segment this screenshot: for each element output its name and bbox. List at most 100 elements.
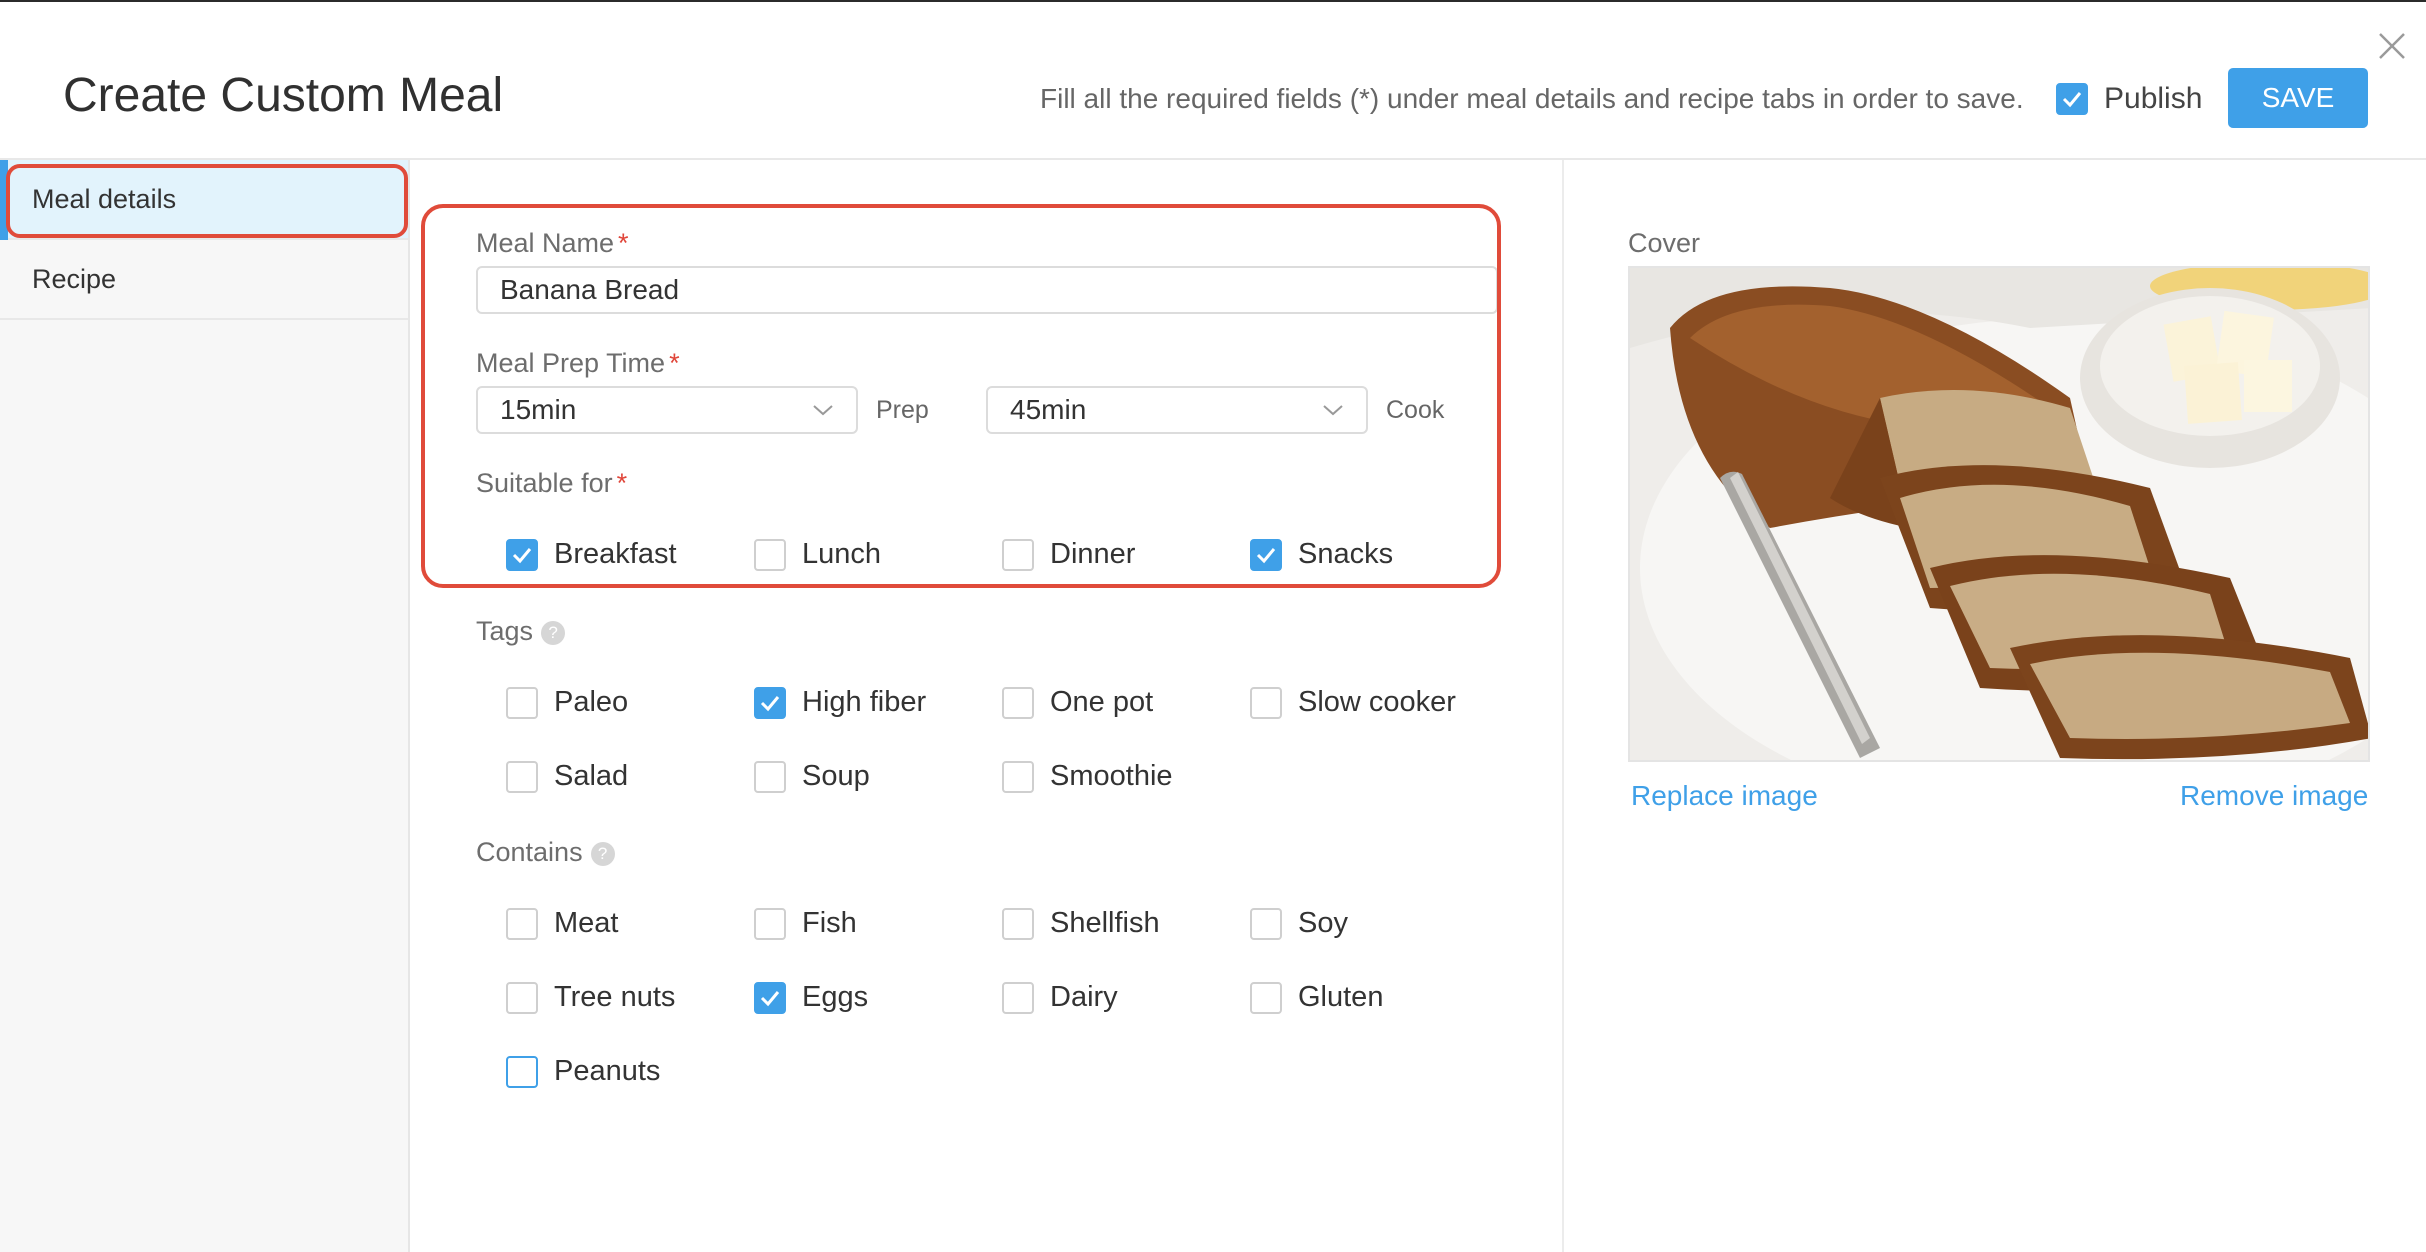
- checkbox-box[interactable]: [1002, 538, 1034, 571]
- meal-name-label: Meal Name *: [476, 228, 629, 259]
- checkbox-label: Dinner: [1050, 538, 1136, 570]
- remove-image-link[interactable]: Remove image: [2180, 780, 2368, 812]
- contains-checkbox-meat[interactable]: Meat: [506, 907, 618, 940]
- checkbox-label: Dairy: [1050, 981, 1118, 1013]
- checkbox-label: Tree nuts: [554, 981, 676, 1013]
- checkbox-box[interactable]: [1002, 907, 1034, 940]
- cook-time-value: 45min: [1010, 394, 1087, 425]
- checkbox-box[interactable]: [1250, 538, 1282, 571]
- tag-checkbox-one-pot[interactable]: One pot: [1002, 686, 1153, 719]
- checkbox-label: One pot: [1050, 686, 1154, 718]
- contains-checkbox-soy[interactable]: Soy: [1250, 907, 1348, 940]
- cook-unit-label: Cook: [1386, 396, 1445, 424]
- required-marker: *: [669, 348, 680, 378]
- required-fields-hint: Fill all the required fields (*) under m…: [1040, 83, 2024, 114]
- tag-checkbox-slow-cooker[interactable]: Slow cooker: [1250, 686, 1456, 719]
- suitable-for-checkbox-dinner[interactable]: Dinner: [1002, 538, 1135, 571]
- checkbox-label: Salad: [554, 760, 629, 792]
- suitable-for-checkbox-lunch[interactable]: Lunch: [754, 538, 881, 571]
- checkbox-box[interactable]: [506, 907, 538, 940]
- suitable-for-label: Suitable for *: [476, 468, 627, 499]
- publish-checkbox[interactable]: Publish: [2056, 82, 2202, 116]
- contains-checkbox-dairy[interactable]: Dairy: [1002, 981, 1118, 1014]
- contains-checkbox-shellfish[interactable]: Shellfish: [1002, 907, 1160, 940]
- contains-checkbox-peanuts[interactable]: Peanuts: [506, 1055, 660, 1088]
- suitable-for-checkbox-snacks[interactable]: Snacks: [1250, 538, 1393, 571]
- checkbox-box[interactable]: [754, 686, 786, 719]
- page-title: Create Custom Meal: [63, 69, 504, 122]
- checkbox-label: Fish: [802, 907, 857, 939]
- contains-checkbox-fish[interactable]: Fish: [754, 907, 857, 940]
- required-marker: *: [616, 468, 628, 498]
- sidebar-item-label: Meal details: [32, 183, 177, 214]
- contains-label-text: Contains: [476, 837, 583, 867]
- checkbox-label: High fiber: [802, 686, 927, 718]
- checkbox-label: Meat: [554, 907, 619, 939]
- checkbox-box[interactable]: [1250, 981, 1282, 1014]
- checkbox-label: Gluten: [1298, 981, 1384, 1013]
- checkbox-label: Lunch: [802, 538, 882, 570]
- required-marker: *: [618, 228, 629, 258]
- suitable-for-checkbox-breakfast[interactable]: Breakfast: [506, 538, 677, 571]
- checkbox-box[interactable]: [506, 686, 538, 719]
- publish-label: Publish: [2104, 82, 2203, 115]
- tag-checkbox-paleo[interactable]: Paleo: [506, 686, 628, 719]
- checkbox-label: Paleo: [554, 686, 629, 718]
- checkbox-box[interactable]: [754, 538, 786, 571]
- publish-check-box[interactable]: [2056, 83, 2088, 115]
- checkbox-box[interactable]: [754, 981, 786, 1014]
- checkmark-icon: [760, 695, 780, 711]
- checkbox-box[interactable]: [1002, 686, 1034, 719]
- tag-checkbox-high-fiber[interactable]: High fiber: [754, 686, 926, 719]
- checkmark-icon: [512, 547, 532, 563]
- checkbox-label: Smoothie: [1050, 760, 1173, 792]
- sidebar-item-meal-details[interactable]: Meal details: [0, 160, 408, 240]
- checkbox-box[interactable]: [506, 1055, 538, 1088]
- help-icon[interactable]: ?: [541, 620, 566, 645]
- chevron-down-icon: [813, 405, 833, 416]
- checkbox-label: Peanuts: [554, 1055, 661, 1087]
- tag-checkbox-soup[interactable]: Soup: [754, 760, 870, 793]
- contains-checkbox-eggs[interactable]: Eggs: [754, 981, 868, 1014]
- checkbox-box[interactable]: [754, 907, 786, 940]
- meal-prep-time-label: Meal Prep Time *: [476, 348, 680, 379]
- prep-time-select[interactable]: 15min: [476, 386, 858, 434]
- checkbox-box[interactable]: [506, 760, 538, 793]
- save-button[interactable]: SAVE: [2228, 68, 2368, 128]
- checkbox-box[interactable]: [506, 538, 538, 571]
- sidebar-item-recipe[interactable]: Recipe: [0, 240, 408, 320]
- chevron-down-icon: [1323, 405, 1343, 416]
- cover-image: [1628, 266, 2370, 762]
- checkmark-icon: [1256, 547, 1276, 563]
- checkbox-box[interactable]: [1002, 981, 1034, 1014]
- checkmark-icon: [2062, 92, 2082, 108]
- contains-label: Contains?: [476, 837, 615, 868]
- modal-header: Create Custom Meal Fill all the required…: [0, 2, 2426, 160]
- contains-checkbox-gluten[interactable]: Gluten: [1250, 981, 1383, 1014]
- checkbox-label: Eggs: [802, 981, 869, 1013]
- prep-time-value: 15min: [500, 394, 577, 425]
- contains-checkbox-tree-nuts[interactable]: Tree nuts: [506, 981, 675, 1014]
- checkbox-box[interactable]: [506, 981, 538, 1014]
- replace-image-link[interactable]: Replace image: [1631, 780, 1818, 812]
- checkbox-label: Snacks: [1298, 538, 1394, 570]
- meal-name-label-text: Meal Name: [476, 228, 615, 258]
- cook-time-select[interactable]: 45min: [986, 386, 1368, 434]
- tags-label-text: Tags: [476, 616, 534, 646]
- checkbox-box[interactable]: [1250, 686, 1282, 719]
- checkbox-label: Soup: [802, 760, 870, 792]
- checkbox-box[interactable]: [1250, 907, 1282, 940]
- checkbox-label: Breakfast: [554, 538, 677, 570]
- checkbox-label: Slow cooker: [1298, 686, 1456, 718]
- panel-divider: [1562, 160, 1564, 1252]
- tag-checkbox-salad[interactable]: Salad: [506, 760, 628, 793]
- tag-checkbox-smoothie[interactable]: Smoothie: [1002, 760, 1173, 793]
- checkbox-box[interactable]: [1002, 760, 1034, 793]
- checkbox-box[interactable]: [754, 760, 786, 793]
- tags-label: Tags?: [476, 616, 566, 647]
- prep-unit-label: Prep: [876, 396, 929, 424]
- meal-name-input[interactable]: [476, 266, 1498, 314]
- help-icon[interactable]: ?: [590, 841, 615, 866]
- checkbox-label: Shellfish: [1050, 907, 1160, 939]
- sidebar-item-label: Recipe: [32, 263, 117, 294]
